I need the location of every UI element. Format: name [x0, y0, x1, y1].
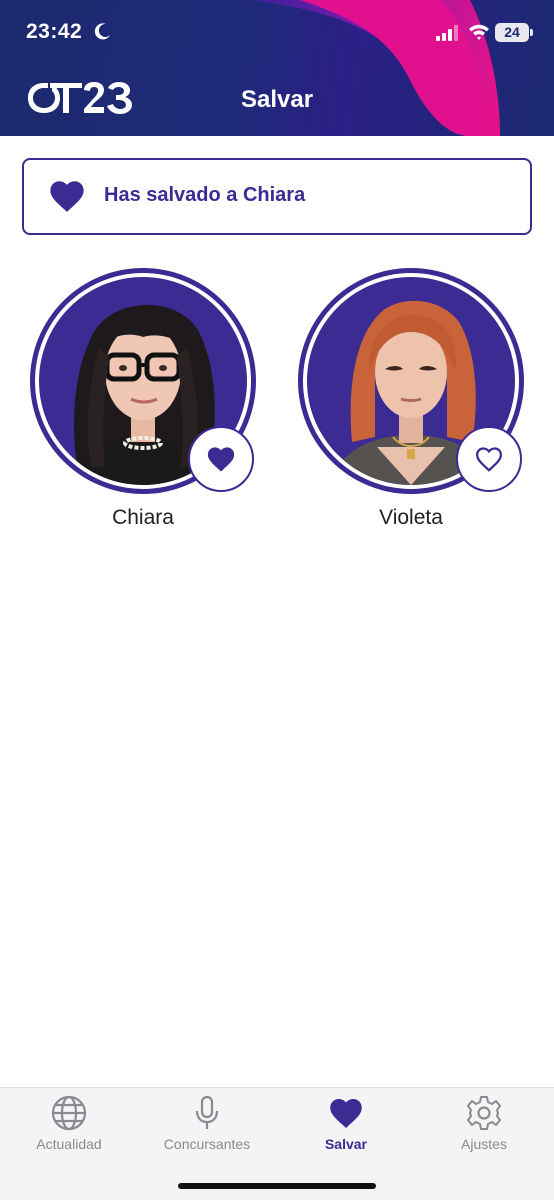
battery-indicator: 24: [495, 23, 529, 42]
microphone-icon: [195, 1095, 219, 1129]
tab-label: Concursantes: [163, 1136, 251, 1152]
tab-actualidad[interactable]: Actualidad: [0, 1088, 138, 1168]
gear-icon: [467, 1096, 501, 1130]
page-title: Salvar: [240, 86, 314, 113]
tab-label: Ajustes: [461, 1136, 507, 1152]
tab-salvar[interactable]: Salvar: [277, 1088, 415, 1168]
tab-ajustes[interactable]: Ajustes: [415, 1088, 553, 1168]
wifi-icon: [469, 24, 489, 40]
home-indicator: [178, 1183, 376, 1189]
tab-label: Salvar: [324, 1136, 368, 1152]
save-toggle-button[interactable]: [456, 426, 522, 492]
tab-label: Actualidad: [36, 1136, 102, 1152]
heart-icon: [330, 1099, 362, 1128]
status-bar: 23:42 24: [0, 0, 554, 66]
contestant-name: Violeta: [379, 506, 443, 529]
contestant-card-chiara[interactable]: Chiara: [30, 268, 256, 538]
battery-tip: [530, 29, 533, 36]
moon-icon: [94, 23, 110, 40]
contestant-card-violeta[interactable]: Violeta: [298, 268, 524, 538]
heart-outline-icon: [475, 447, 503, 472]
signal-icon: [436, 25, 458, 41]
heart-filled-icon: [50, 181, 84, 212]
tab-concursantes[interactable]: Concursantes: [138, 1088, 276, 1168]
globe-icon: [51, 1095, 87, 1131]
app-header: 23:42 24 Salvar: [0, 0, 554, 136]
contestant-name: Chiara: [112, 506, 174, 529]
save-toggle-button[interactable]: [188, 426, 254, 492]
heart-filled-icon: [207, 447, 235, 472]
banner-text: Has salvado a Chiara: [104, 184, 306, 206]
saved-banner: Has salvado a Chiara: [22, 158, 532, 235]
status-time: 23:42: [26, 20, 83, 43]
